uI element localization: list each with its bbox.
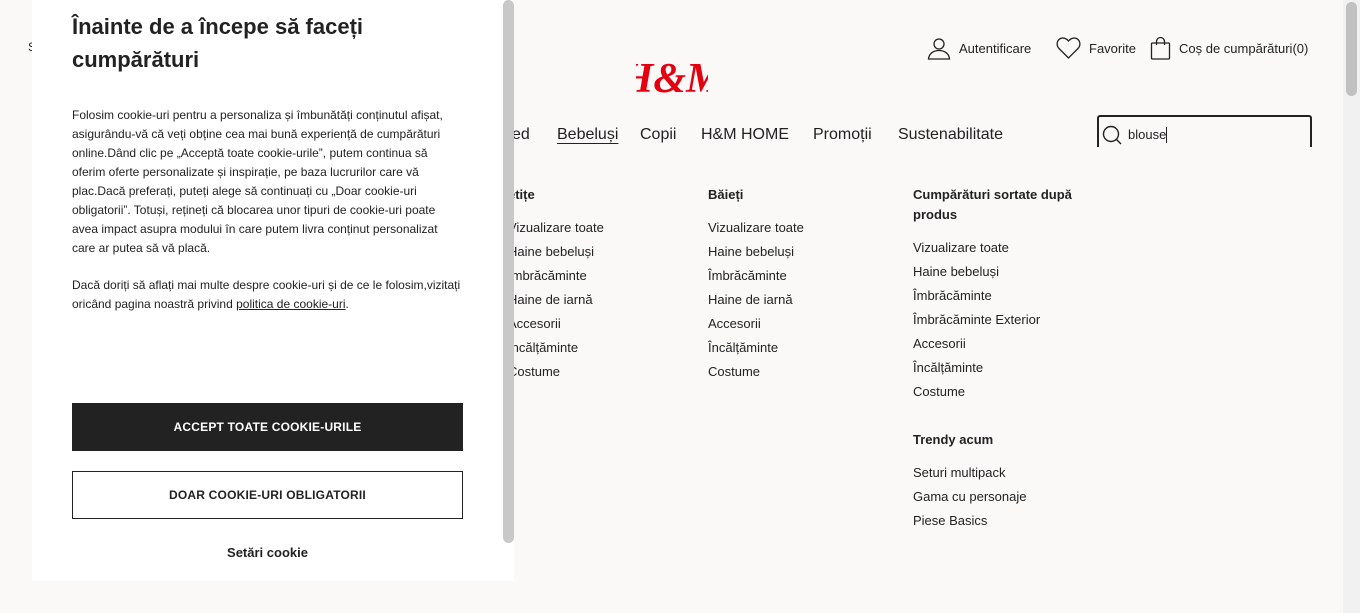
text-caret (1166, 127, 1167, 143)
cookie-settings-button[interactable]: Setări cookie (72, 545, 463, 560)
cookie-dialog-title: Înainte de a începe să faceți cumpărătur… (72, 14, 364, 72)
favorites-link[interactable]: Favorite (1056, 36, 1136, 60)
menu-column-heading[interactable]: Băieți (708, 185, 804, 205)
menu-link[interactable]: Piese Basics (913, 509, 1026, 533)
menu-link[interactable]: Îmbrăcăminte Exterior (913, 308, 1093, 332)
search-input[interactable] (1128, 126, 1298, 142)
nav-item-promotii[interactable]: Promoții (813, 126, 872, 144)
menu-link[interactable]: Încălțăminte (508, 336, 604, 360)
cookie-paragraph-1: Folosim cookie-uri pentru a personaliza … (72, 108, 443, 255)
page-scrollbar[interactable] (1343, 0, 1360, 613)
menu-link[interactable]: Haine bebeluși (708, 240, 804, 264)
hm-logo-text: H&M (636, 56, 708, 100)
cart-label: Coș de cumpărături(0) (1179, 40, 1309, 56)
search-box[interactable] (1097, 115, 1312, 147)
nav-item-partial[interactable]: ed (512, 126, 530, 144)
menu-link[interactable]: Accesorii (508, 312, 604, 336)
nav-item-copii[interactable]: Copii (640, 126, 676, 144)
nav-item-bebelusi[interactable]: Bebeluși (557, 126, 618, 144)
menu-column-heading[interactable]: Trendy acum (913, 430, 1026, 450)
menu-link[interactable]: Haine bebeluși (913, 260, 1093, 284)
menu-column-fetite: etițe Vizualizare toate Haine bebeluși Î… (508, 185, 604, 384)
menu-link[interactable]: Încălțăminte (913, 356, 1093, 380)
nav-item-sustenabilitate[interactable]: Sustenabilitate (898, 126, 1003, 144)
menu-link[interactable]: Accesorii (913, 332, 1093, 356)
menu-link[interactable]: Îmbrăcăminte (708, 264, 804, 288)
menu-link[interactable]: Seturi multipack (913, 461, 1026, 485)
nav-item-hm-home[interactable]: H&M HOME (701, 126, 789, 144)
cookie-policy-link[interactable]: politica de cookie-uri (236, 297, 345, 311)
hm-logo[interactable]: H&M (636, 52, 708, 100)
menu-link[interactable]: Costume (508, 360, 604, 384)
menu-link[interactable]: Accesorii (708, 312, 804, 336)
dialog-scrollbar[interactable] (503, 0, 514, 545)
search-icon[interactable] (1102, 125, 1122, 145)
menu-link[interactable]: Vizualizare toate (913, 236, 1093, 260)
page-scrollbar-thumb[interactable] (1346, 2, 1357, 96)
menu-link[interactable]: Îmbrăcăminte (913, 284, 1093, 308)
accept-all-cookies-button[interactable]: ACCEPT TOATE COOKIE-URILE (72, 403, 463, 451)
cookie-consent-dialog: Înainte de a începe să faceți cumpărătur… (32, 0, 514, 581)
menu-column-heading[interactable]: Cumpărături sortate după produs (913, 185, 1093, 225)
menu-column-heading[interactable]: etițe (508, 185, 604, 205)
shopping-bag-icon (1150, 36, 1171, 60)
cookie-paragraph-2-end: . (345, 297, 349, 311)
menu-link[interactable]: Haine de iarnă (508, 288, 604, 312)
heart-icon (1056, 37, 1081, 59)
dialog-scrollbar-thumb[interactable] (503, 0, 514, 543)
menu-link[interactable]: Haine de iarnă (708, 288, 804, 312)
cookie-paragraph-2: Dacă doriți să aflați mai multe despre c… (72, 276, 464, 314)
menu-column-trendy: Trendy acum Seturi multipack Gama cu per… (913, 430, 1026, 533)
menu-column-by-product: Cumpărături sortate după produs Vizualiz… (913, 185, 1093, 404)
menu-link[interactable]: Haine bebeluși (508, 240, 604, 264)
required-cookies-only-button[interactable]: DOAR COOKIE-URI OBLIGATORII (72, 471, 463, 519)
login-label: Autentificare (959, 40, 1032, 56)
menu-link[interactable]: Gama cu personaje (913, 485, 1026, 509)
menu-link[interactable]: Costume (913, 380, 1093, 404)
cart-link[interactable]: Coș de cumpărături(0) (1150, 36, 1308, 60)
menu-link[interactable]: Vizualizare toate (508, 216, 604, 240)
menu-link[interactable]: Costume (708, 360, 804, 384)
menu-link[interactable]: Încălțăminte (708, 336, 804, 360)
page: S Autentificare Favorite Coș de cumpărăt… (0, 0, 1360, 613)
menu-link[interactable]: Îmbrăcăminte (508, 264, 604, 288)
user-icon (927, 38, 951, 60)
login-link[interactable]: Autentificare (927, 36, 1031, 60)
menu-link[interactable]: Vizualizare toate (708, 216, 804, 240)
menu-column-baieti: Băieți Vizualizare toate Haine bebeluși … (708, 185, 804, 384)
cookie-dialog-body: Folosim cookie-uri pentru a personaliza … (72, 106, 464, 332)
favorites-label: Favorite (1089, 40, 1136, 56)
